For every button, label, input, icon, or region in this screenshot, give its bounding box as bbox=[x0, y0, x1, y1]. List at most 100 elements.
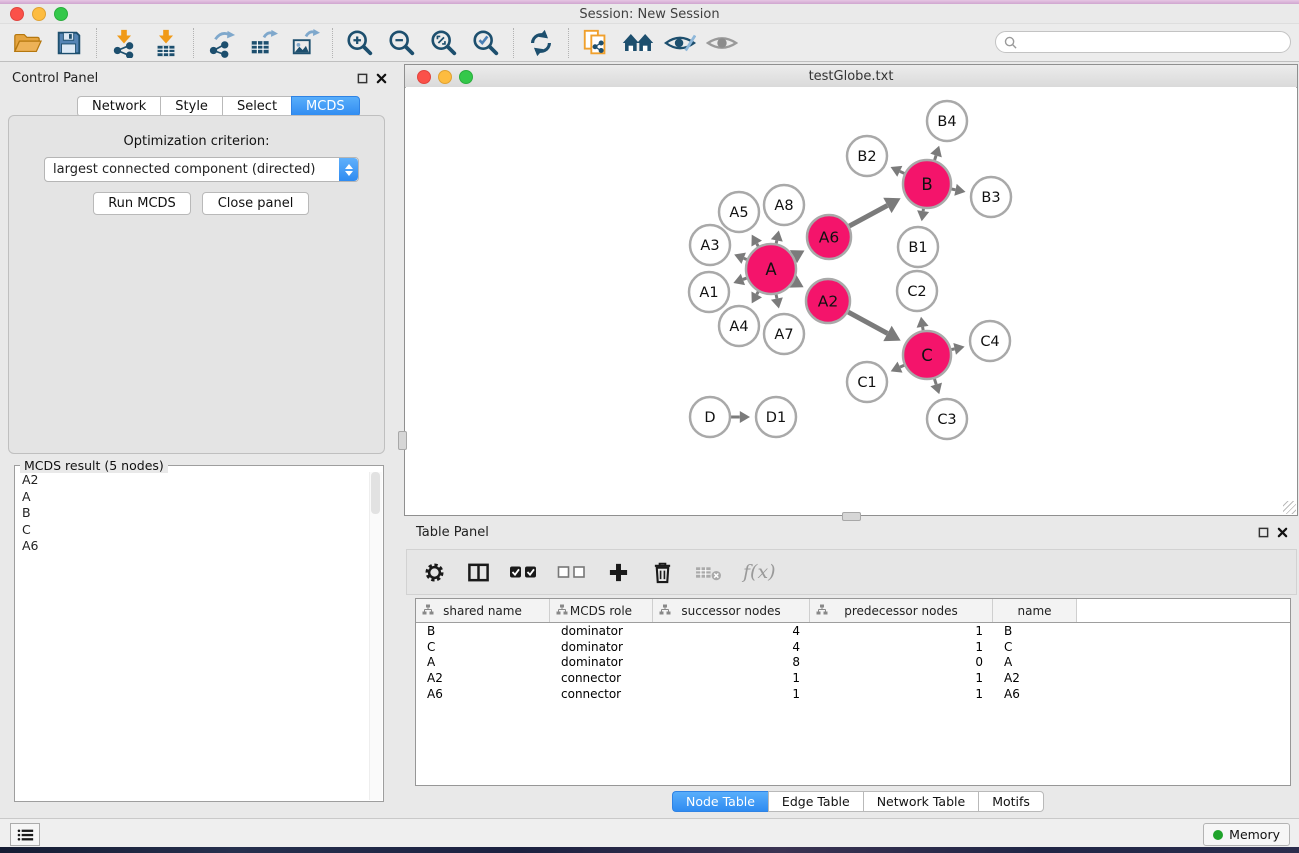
search-field[interactable] bbox=[995, 31, 1291, 53]
network-title: testGlobe.txt bbox=[405, 69, 1297, 84]
gear-icon[interactable] bbox=[419, 557, 449, 587]
trash-icon[interactable] bbox=[647, 557, 677, 587]
tab-motifs[interactable]: Motifs bbox=[978, 791, 1044, 812]
table-row[interactable]: Adominator80A bbox=[416, 654, 1290, 670]
splitter-handle-vertical[interactable] bbox=[398, 431, 407, 450]
clone-network-icon[interactable] bbox=[575, 25, 617, 61]
network-titlebar[interactable]: testGlobe.txt bbox=[405, 65, 1297, 88]
graph-node-D1[interactable]: D1 bbox=[756, 397, 796, 437]
export-network-icon[interactable] bbox=[200, 25, 242, 61]
tab-network-table[interactable]: Network Table bbox=[863, 791, 979, 812]
home-icon[interactable] bbox=[617, 25, 659, 61]
show-graphics-icon[interactable] bbox=[659, 25, 701, 61]
graph-node-B4[interactable]: B4 bbox=[927, 101, 967, 141]
tab-select[interactable]: Select bbox=[222, 96, 291, 117]
result-item[interactable]: A bbox=[16, 489, 370, 506]
graph-node-B[interactable]: B bbox=[903, 160, 951, 208]
tab-network[interactable]: Network bbox=[77, 96, 160, 117]
delete-table-icon[interactable] bbox=[691, 557, 725, 587]
float-panel-icon[interactable] bbox=[357, 73, 368, 84]
save-icon[interactable] bbox=[48, 25, 90, 61]
criterion-value: largest connected component (directed) bbox=[45, 162, 339, 177]
graph-node-B3[interactable]: B3 bbox=[971, 177, 1011, 217]
tab-node-table[interactable]: Node Table bbox=[672, 791, 768, 812]
graph-node-A[interactable]: A bbox=[746, 244, 796, 294]
zoom-fit-icon[interactable] bbox=[423, 25, 465, 61]
table-row[interactable]: A6connector11A6 bbox=[416, 686, 1290, 702]
export-image-icon[interactable] bbox=[284, 25, 326, 61]
svg-text:B1: B1 bbox=[908, 240, 927, 256]
graph-node-A2[interactable]: A2 bbox=[806, 279, 850, 323]
svg-text:C1: C1 bbox=[857, 375, 876, 391]
desktop-wallpaper-bottom bbox=[0, 847, 1299, 853]
column-header-predecessor-nodes[interactable]: predecessor nodes bbox=[810, 599, 993, 622]
graph-node-A5[interactable]: A5 bbox=[719, 192, 759, 232]
graph-node-A4[interactable]: A4 bbox=[719, 306, 759, 346]
zoom-in-icon[interactable] bbox=[339, 25, 381, 61]
tab-edge-table[interactable]: Edge Table bbox=[768, 791, 863, 812]
graph-node-A6[interactable]: A6 bbox=[807, 215, 851, 259]
table-panel-title: Table Panel bbox=[416, 525, 489, 540]
column-header-successor-nodes[interactable]: successor nodes bbox=[653, 599, 810, 622]
result-item[interactable]: A6 bbox=[16, 538, 370, 555]
search-input[interactable] bbox=[1017, 34, 1290, 50]
graph-node-A8[interactable]: A8 bbox=[764, 185, 804, 225]
result-item[interactable]: B bbox=[16, 505, 370, 522]
add-icon[interactable] bbox=[603, 557, 633, 587]
application-window: Session: New Session Control Panel Netwo… bbox=[0, 0, 1299, 853]
table-row[interactable]: A2connector11A2 bbox=[416, 670, 1290, 686]
resize-grip[interactable] bbox=[1283, 501, 1296, 514]
export-table-icon[interactable] bbox=[242, 25, 284, 61]
column-header-name[interactable]: name bbox=[993, 599, 1077, 622]
run-mcds-button[interactable]: Run MCDS bbox=[93, 192, 191, 215]
columns-icon[interactable] bbox=[463, 557, 493, 587]
refresh-icon[interactable] bbox=[520, 25, 562, 61]
import-table-icon[interactable] bbox=[145, 25, 187, 61]
column-header-mcds-role[interactable]: MCDS role bbox=[550, 599, 653, 622]
graph-node-A7[interactable]: A7 bbox=[764, 314, 804, 354]
graph-node-A3[interactable]: A3 bbox=[690, 225, 730, 265]
graph-node-C3[interactable]: C3 bbox=[927, 399, 967, 439]
graph-node-C2[interactable]: C2 bbox=[897, 271, 937, 311]
task-history-button[interactable] bbox=[10, 823, 40, 846]
result-item[interactable]: C bbox=[16, 522, 370, 539]
network-graph: B4 B2 B B3 B1 A5A8A6 A3 A A1 A2 A4A7 C2 C4 C C1 C3 D D1 bbox=[406, 87, 1296, 514]
status-bar: Memory bbox=[0, 818, 1299, 848]
main-titlebar: Session: New Session bbox=[0, 4, 1299, 24]
import-network-icon[interactable] bbox=[103, 25, 145, 61]
memory-button[interactable]: Memory bbox=[1203, 823, 1290, 846]
function-builder-button[interactable]: f(x) bbox=[739, 561, 776, 583]
zoom-out-icon[interactable] bbox=[381, 25, 423, 61]
graph-node-B1[interactable]: B1 bbox=[898, 227, 938, 267]
graph-node-C1[interactable]: C1 bbox=[847, 362, 887, 402]
memory-label: Memory bbox=[1229, 827, 1280, 842]
open-icon[interactable] bbox=[6, 25, 48, 61]
svg-text:C: C bbox=[921, 346, 933, 365]
network-view-window: testGlobe.txt B4 B2 B B3 B1 A5A8A6 A3 A A1 A2 A4A7… bbox=[404, 64, 1298, 516]
tab-mcds[interactable]: MCDS bbox=[291, 96, 360, 117]
close-panel-icon[interactable] bbox=[376, 73, 387, 84]
result-scrollbar[interactable] bbox=[369, 472, 382, 800]
deselect-all-icon[interactable] bbox=[555, 557, 589, 587]
column-header-shared-name[interactable]: shared name bbox=[416, 599, 550, 622]
graph-node-C4[interactable]: C4 bbox=[970, 321, 1010, 361]
network-canvas[interactable]: B4 B2 B B3 B1 A5A8A6 A3 A A1 A2 A4A7 C2 C4 C C1 C3 D D1 bbox=[406, 87, 1296, 514]
result-item[interactable]: A2 bbox=[16, 472, 370, 489]
graph-node-C[interactable]: C bbox=[903, 331, 951, 379]
close-panel-icon[interactable] bbox=[1277, 527, 1288, 538]
eye-disabled-icon[interactable] bbox=[701, 25, 743, 61]
zoom-selected-icon[interactable] bbox=[465, 25, 507, 61]
float-panel-icon[interactable] bbox=[1258, 527, 1269, 538]
table-row[interactable]: Bdominator41B bbox=[416, 623, 1290, 639]
graph-node-D[interactable]: D bbox=[690, 397, 730, 437]
graph-node-B2[interactable]: B2 bbox=[847, 136, 887, 176]
criterion-select[interactable]: largest connected component (directed) bbox=[44, 157, 359, 182]
graph-node-A1[interactable]: A1 bbox=[689, 272, 729, 312]
table-row[interactable]: Cdominator41C bbox=[416, 639, 1290, 655]
tab-style[interactable]: Style bbox=[160, 96, 222, 117]
splitter-handle-horizontal[interactable] bbox=[842, 512, 861, 521]
select-all-icon[interactable] bbox=[507, 557, 541, 587]
toolbar-separator bbox=[513, 28, 514, 58]
close-panel-button[interactable]: Close panel bbox=[202, 192, 309, 215]
mcds-result-list[interactable]: A2ABCA6 bbox=[16, 472, 370, 800]
